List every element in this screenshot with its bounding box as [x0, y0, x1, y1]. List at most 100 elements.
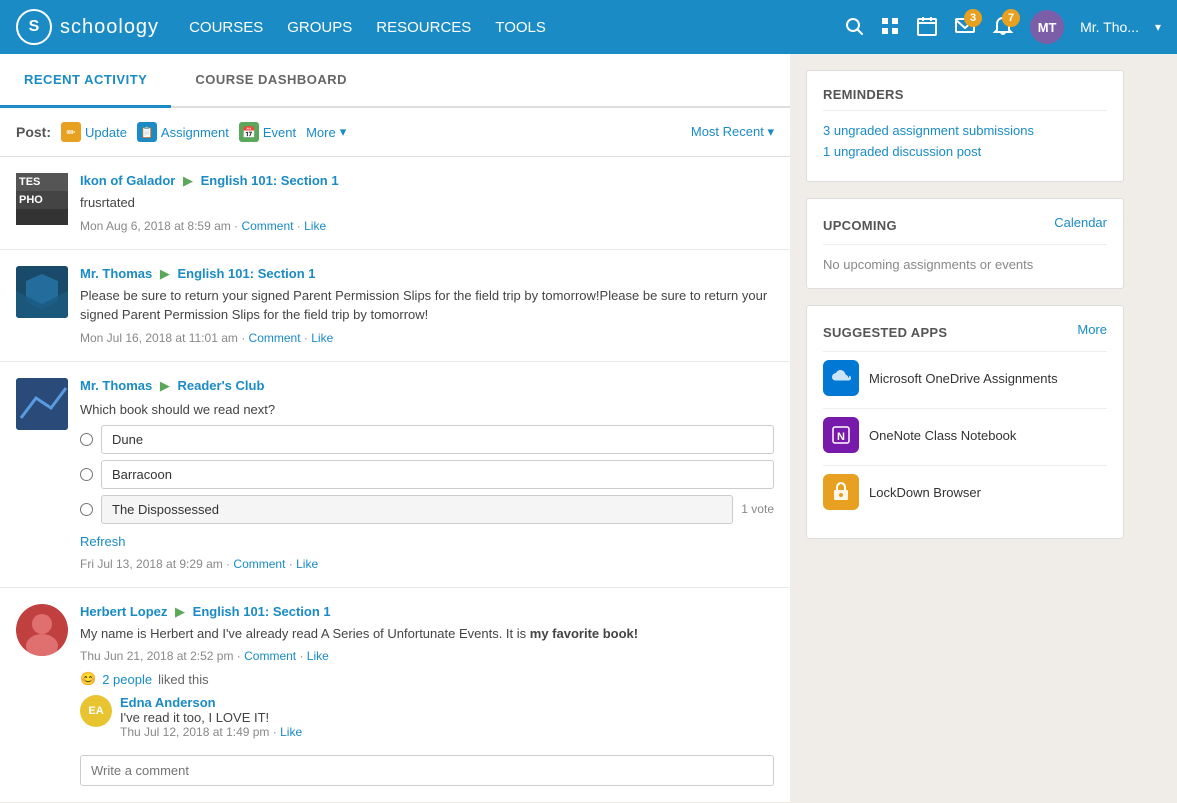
post-event-button[interactable]: 📅 Event	[239, 122, 296, 142]
poll-option-text: Dune	[101, 425, 774, 454]
app-name: LockDown Browser	[869, 485, 981, 500]
feed-content: frusrtated	[80, 193, 774, 213]
lockdown-icon	[823, 474, 859, 510]
feed-destination-link[interactable]: English 101: Section 1	[193, 604, 331, 619]
post-assignment-button[interactable]: 📋 Assignment	[137, 122, 229, 142]
suggested-more-link[interactable]: More	[1077, 322, 1107, 337]
calendar-icon[interactable]	[916, 15, 938, 40]
like-link[interactable]: Like	[307, 649, 329, 663]
like-link[interactable]: Like	[304, 219, 326, 233]
notifications-icon[interactable]: 7	[992, 15, 1014, 40]
search-icon[interactable]	[844, 16, 864, 39]
username-label: Mr. Tho...	[1080, 19, 1139, 35]
feed-author-link[interactable]: Mr. Thomas	[80, 266, 152, 281]
emoji-icon: 😊	[80, 671, 96, 687]
feed-meta: Thu Jun 21, 2018 at 2:52 pm · Comment · …	[80, 649, 774, 663]
comment-like-link[interactable]: Like	[280, 725, 302, 739]
feed-meta: Fri Jul 13, 2018 at 9:29 am · Comment · …	[80, 557, 774, 571]
comment-link[interactable]: Comment	[233, 557, 285, 571]
vote-count: 1 vote	[741, 502, 774, 516]
feed-header: Herbert Lopez ▶ English 101: Section 1	[80, 604, 774, 620]
post-more-button[interactable]: More ▾	[306, 124, 346, 140]
svg-text:N: N	[837, 431, 845, 443]
reminders-title: Reminders	[823, 87, 1107, 111]
commenter-name[interactable]: Edna Anderson	[120, 695, 774, 710]
likers-link[interactable]: 2 people	[102, 672, 152, 687]
poll-radio[interactable]	[80, 468, 93, 481]
feed-content: Please be sure to return your signed Par…	[80, 286, 774, 325]
feed-destination-link[interactable]: English 101: Section 1	[201, 173, 339, 188]
refresh-link[interactable]: Refresh	[80, 534, 126, 549]
comment-text: I've read it too, I LOVE IT!	[120, 710, 774, 725]
messages-icon[interactable]: 3	[954, 15, 976, 40]
comment-input[interactable]	[80, 755, 774, 786]
reminders-card: Reminders 3 ungraded assignment submissi…	[806, 70, 1124, 182]
top-navigation: S schoology COURSES GROUPS RESOURCES TOO…	[0, 0, 1177, 54]
notifications-badge: 7	[1002, 9, 1020, 27]
avatar[interactable]: MT	[1030, 10, 1064, 44]
feed-item-body: Mr. Thomas ▶ English 101: Section 1 Plea…	[80, 266, 774, 345]
nav-tools[interactable]: TOOLS	[495, 19, 546, 36]
feed-meta: Mon Jul 16, 2018 at 11:01 am · Comment ·…	[80, 331, 774, 345]
poll-option: Barracoon	[80, 460, 774, 489]
poll-radio[interactable]	[80, 503, 93, 516]
poll-radio[interactable]	[80, 433, 93, 446]
feed-destination-link[interactable]: English 101: Section 1	[178, 266, 316, 281]
likes-row: 😊 2 people liked this	[80, 671, 774, 687]
avatar	[16, 604, 68, 656]
poll-option-text: The Dispossessed	[101, 495, 733, 524]
feed-author-link[interactable]: Ikon of Galador	[80, 173, 175, 188]
comment-link[interactable]: Comment	[249, 331, 301, 345]
event-icon: 📅	[239, 122, 259, 142]
logo[interactable]: S schoology	[16, 9, 159, 45]
reminder-item[interactable]: 3 ungraded assignment submissions	[823, 123, 1107, 138]
feed-item-body: Herbert Lopez ▶ English 101: Section 1 M…	[80, 604, 774, 787]
upcoming-card: Upcoming Calendar No upcoming assignment…	[806, 198, 1124, 289]
grid-icon[interactable]	[880, 16, 900, 39]
avatar	[16, 266, 68, 318]
feed-item: Mr. Thomas ▶ English 101: Section 1 Plea…	[0, 250, 790, 362]
main-container: RECENT ACTIVITY COURSE DASHBOARD Post: ✏…	[0, 54, 1177, 803]
arrow-icon: ▶	[160, 266, 170, 281]
feed-destination-link[interactable]: Reader's Club	[178, 378, 265, 393]
comment-link[interactable]: Comment	[241, 219, 293, 233]
avatar	[16, 378, 68, 430]
onedrive-icon	[823, 360, 859, 396]
logo-circle: S	[16, 9, 52, 45]
assignment-label: Assignment	[161, 125, 229, 140]
comment-avatar: EA	[80, 695, 112, 727]
feed-header: Mr. Thomas ▶ English 101: Section 1	[80, 266, 774, 282]
feed-item: Mr. Thomas ▶ Reader's Club Which book sh…	[0, 362, 790, 588]
calendar-link[interactable]: Calendar	[1054, 215, 1107, 230]
sidebar: Reminders 3 ungraded assignment submissi…	[790, 54, 1140, 803]
poll-option-text: Barracoon	[101, 460, 774, 489]
app-item: Microsoft OneDrive Assignments	[823, 351, 1107, 396]
comment-meta: Thu Jul 12, 2018 at 1:49 pm · Like	[120, 725, 774, 739]
feed-author-link[interactable]: Herbert Lopez	[80, 604, 167, 619]
reminder-item[interactable]: 1 ungraded discussion post	[823, 144, 1107, 159]
app-name: Microsoft OneDrive Assignments	[869, 371, 1058, 386]
arrow-icon: ▶	[160, 378, 170, 393]
tab-course-dashboard[interactable]: COURSE DASHBOARD	[171, 54, 371, 108]
nav-resources[interactable]: RESOURCES	[376, 19, 471, 36]
comment-link[interactable]: Comment	[244, 649, 296, 663]
chevron-down-icon[interactable]: ▾	[1155, 20, 1161, 34]
comment-body: Edna Anderson I've read it too, I LOVE I…	[120, 695, 774, 739]
like-link[interactable]: Like	[296, 557, 318, 571]
feed-item: TES PHO Ikon of Galador ▶ English 101: S…	[0, 157, 790, 250]
like-link[interactable]: Like	[311, 331, 333, 345]
most-recent-dropdown[interactable]: Most Recent ▾	[691, 124, 774, 140]
poll-question: Which book should we read next?	[80, 402, 774, 417]
feed-author-link[interactable]: Mr. Thomas	[80, 378, 152, 393]
comment-item: EA Edna Anderson I've read it too, I LOV…	[80, 695, 774, 739]
feed-meta: Mon Aug 6, 2018 at 8:59 am · Comment · L…	[80, 219, 774, 233]
activity-feed: TES PHO Ikon of Galador ▶ English 101: S…	[0, 157, 790, 803]
nav-courses[interactable]: COURSES	[189, 19, 263, 36]
comment-section: 😊 2 people liked this EA Edna Anderson I…	[80, 671, 774, 786]
more-chevron-icon: ▾	[340, 124, 347, 140]
app-item: LockDown Browser	[823, 465, 1107, 510]
feed-content: My name is Herbert and I've already read…	[80, 624, 774, 644]
nav-groups[interactable]: GROUPS	[287, 19, 352, 36]
post-update-button[interactable]: ✏ Update	[61, 122, 127, 142]
tab-recent-activity[interactable]: RECENT ACTIVITY	[0, 54, 171, 108]
